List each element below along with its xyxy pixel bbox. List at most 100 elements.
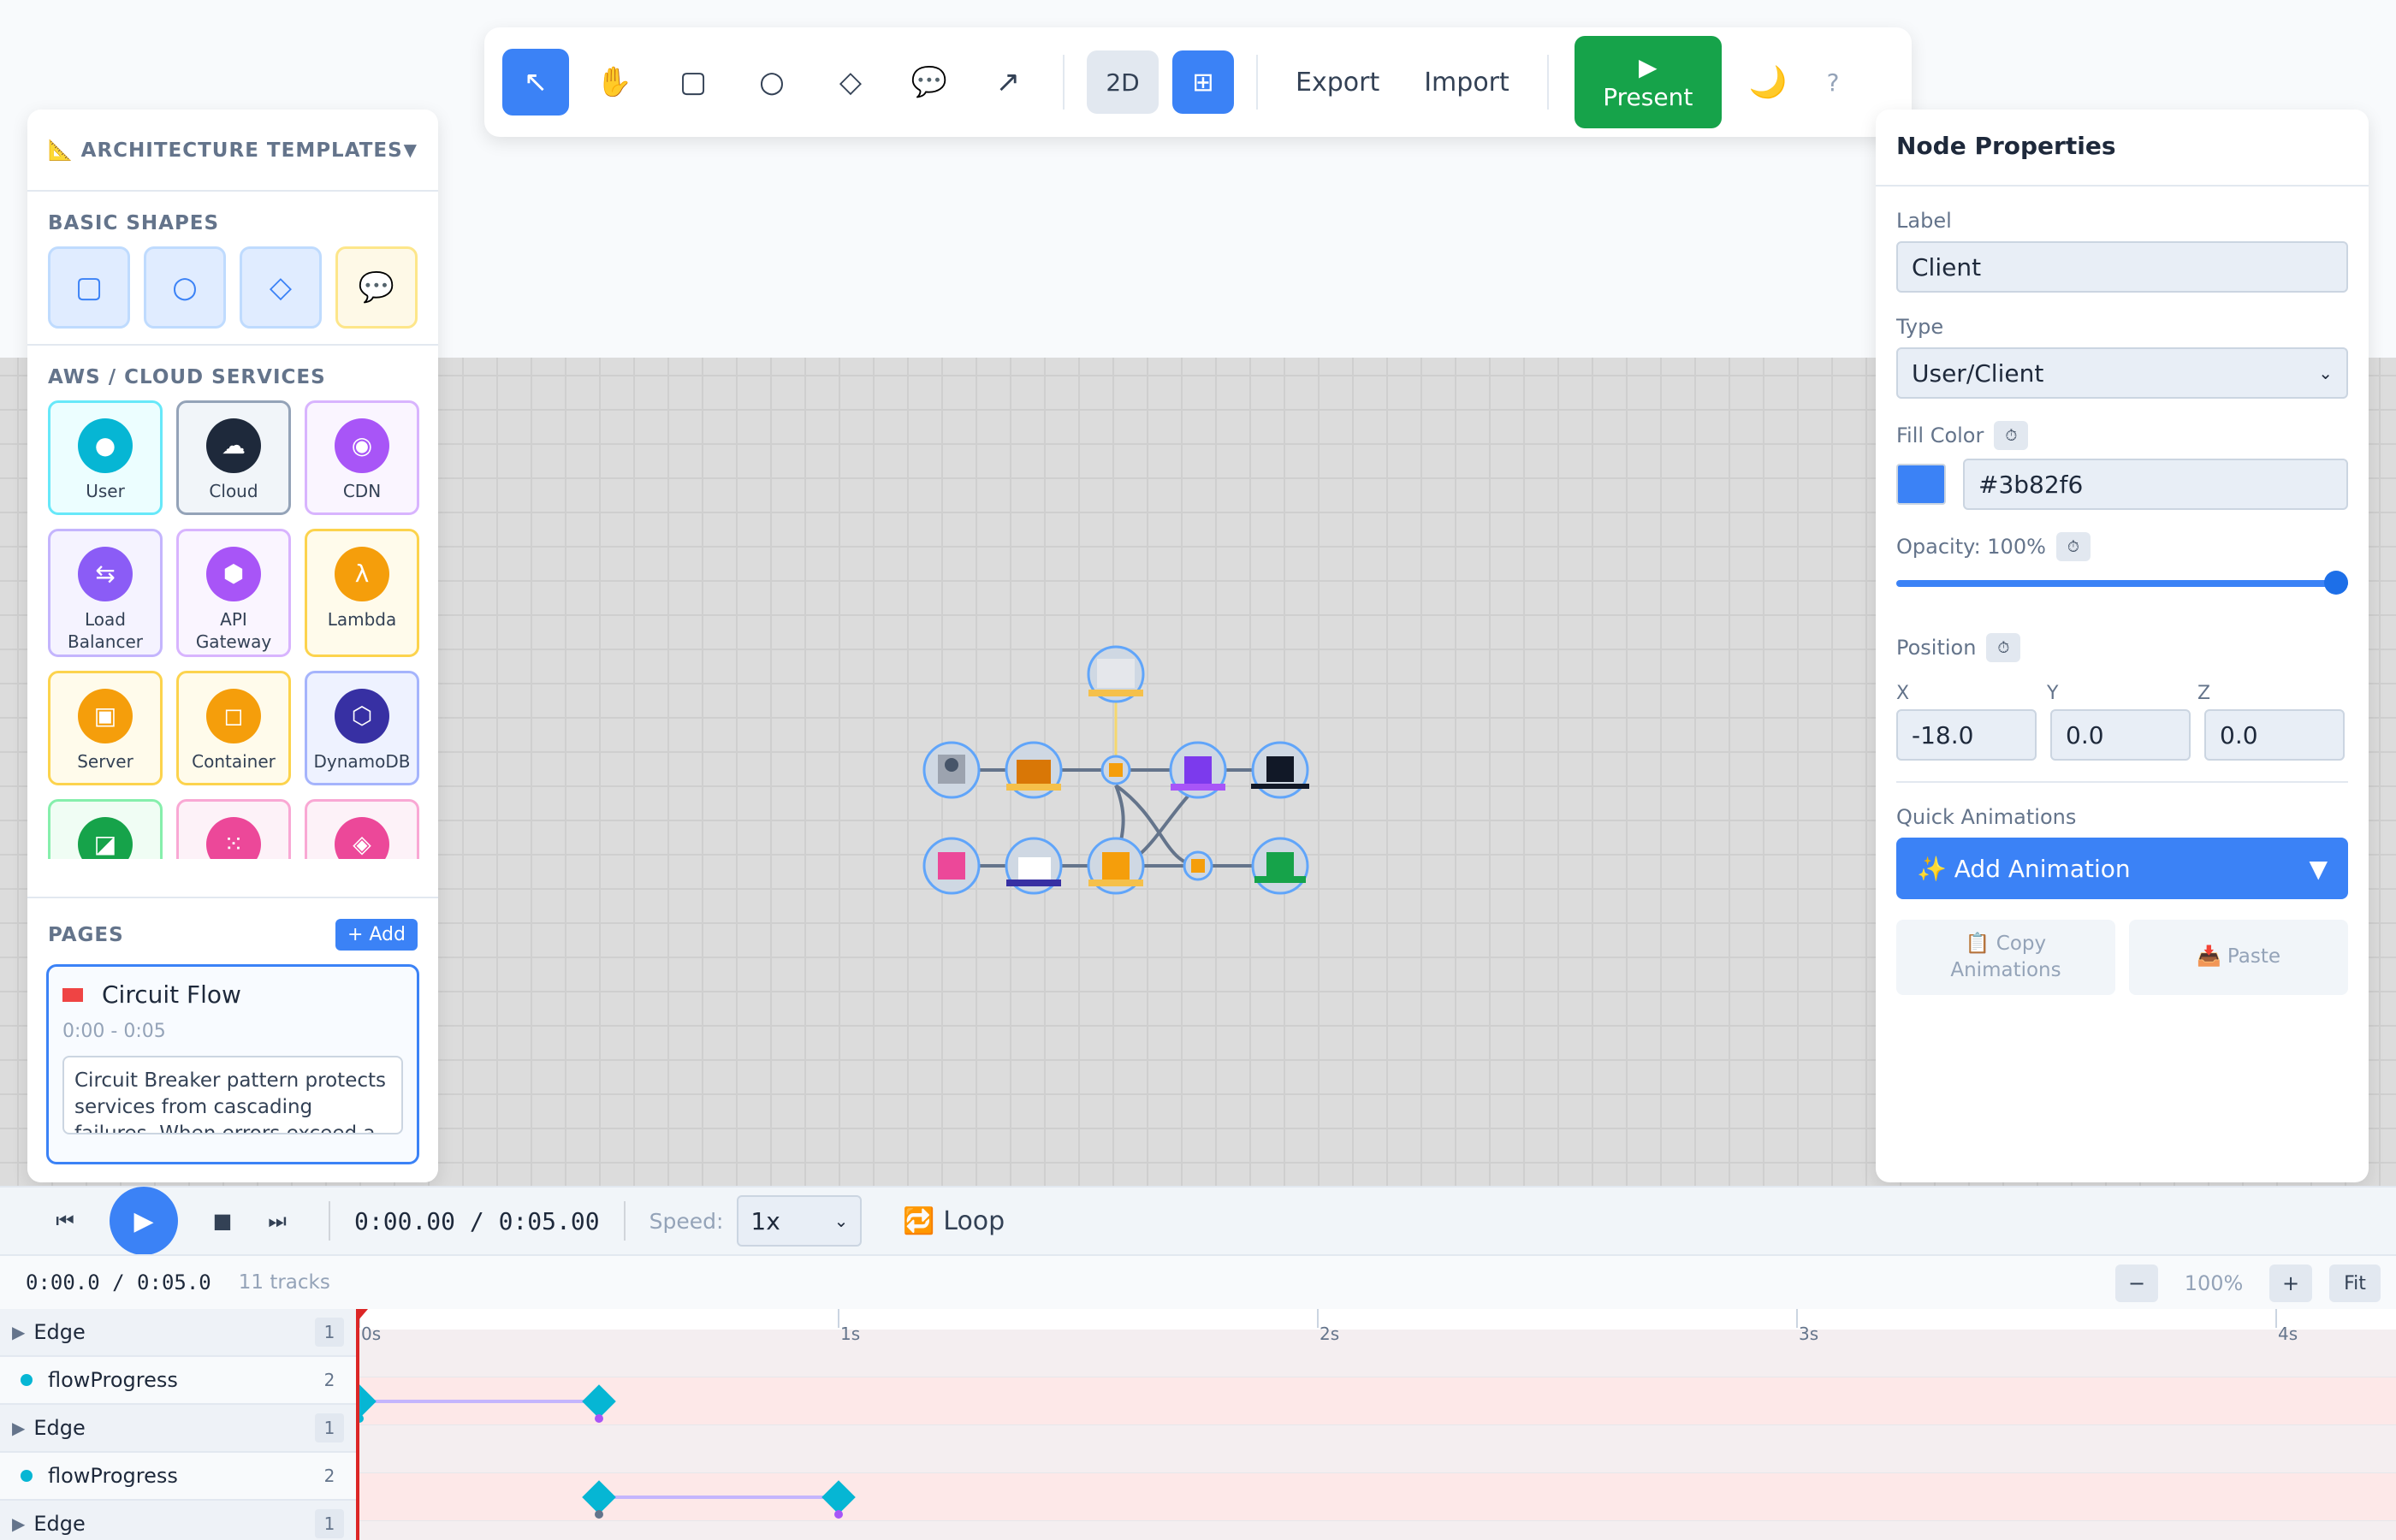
- service-tile-lambda[interactable]: λ Lambda: [305, 529, 419, 657]
- track-label: flowProgress: [48, 1368, 178, 1392]
- shape-note-tile[interactable]: 💬: [335, 246, 418, 329]
- speed-select[interactable]: 1x ⌄: [737, 1195, 863, 1247]
- shape-rectangle-tile[interactable]: ▢: [48, 246, 130, 329]
- stop-icon[interactable]: ■: [195, 1209, 250, 1233]
- service-tile-server[interactable]: ▣ Server: [48, 671, 163, 785]
- add-animation-button[interactable]: ✨ Add Animation ▼: [1896, 838, 2348, 899]
- help-button[interactable]: ?: [1827, 68, 1840, 97]
- node-purple: [1169, 741, 1227, 799]
- services-title: AWS / CLOUD SERVICES: [48, 366, 326, 388]
- paste-button[interactable]: 📥 Paste: [2129, 920, 2348, 995]
- zoom-level: 100%: [2184, 1271, 2244, 1295]
- skip-forward-icon[interactable]: ⏭: [250, 1209, 305, 1233]
- play-button[interactable]: ▶: [110, 1187, 178, 1255]
- fill-color-input[interactable]: #3b82f6: [1963, 459, 2348, 510]
- divider: [623, 1201, 626, 1241]
- type-select[interactable]: User/Client ⌄: [1896, 347, 2348, 399]
- service-tile-dynamodb[interactable]: ⬡ DynamoDB: [305, 671, 419, 785]
- fit-button[interactable]: Fit: [2329, 1265, 2381, 1302]
- service-tile-api-gateway[interactable]: ⬢ API Gateway: [176, 529, 291, 657]
- add-animation-label: ✨ Add Animation: [1917, 854, 2131, 883]
- service-tile-item-11[interactable]: ◈: [305, 799, 419, 859]
- diamond-tool-icon: ◇: [839, 65, 863, 99]
- diamond-icon: ◇: [269, 270, 293, 305]
- position-label: Position ⏱: [1896, 633, 2348, 662]
- service-label: Server: [77, 751, 133, 772]
- keyframe-dot: [595, 1510, 603, 1519]
- service-tile-item-10[interactable]: ⁙: [176, 799, 291, 859]
- service-tile-load-balancer[interactable]: ⇆ Load Balancer: [48, 529, 163, 657]
- export-button[interactable]: Export: [1273, 68, 1402, 98]
- templates-header[interactable]: 📐 ARCHITECTURE TEMPLATES ▼: [27, 110, 438, 192]
- service-tile-item-9[interactable]: ◪: [48, 799, 163, 859]
- load-balancer-icon: ⇆: [78, 547, 133, 601]
- fill-color-label: Fill Color ⏱: [1896, 421, 2348, 450]
- service-tile-user[interactable]: ● User: [48, 400, 163, 515]
- track-row-edge[interactable]: ▶ Edge 1: [0, 1501, 356, 1540]
- note-tool-button[interactable]: 💬: [896, 49, 963, 116]
- select-tool-icon: ↖: [523, 65, 549, 99]
- keyframe-dot: [834, 1510, 843, 1519]
- mode-2d-button[interactable]: 2D: [1087, 50, 1159, 114]
- track-row-edge[interactable]: ▶ Edge 1: [0, 1405, 356, 1453]
- zoom-out-button[interactable]: −: [2115, 1265, 2158, 1302]
- keyframe-clock-icon[interactable]: ⏱: [2055, 532, 2091, 561]
- keyframe-clock-icon[interactable]: ⏱: [1986, 633, 2021, 662]
- x-label: X: [1896, 683, 1910, 704]
- track-labels: ▶ Edge 1 flowProgress 2 ▶ Edge 1 flowProgress 2 ▶ E…: [0, 1309, 356, 1540]
- opacity-slider[interactable]: [1896, 570, 2348, 595]
- page-description-field[interactable]: Circuit Breaker pattern protects service…: [62, 1056, 403, 1134]
- component-palette: 📐 ARCHITECTURE TEMPLATES ▼ BASIC SHAPES …: [27, 110, 438, 1182]
- present-button[interactable]: ▶ Present: [1574, 36, 1722, 128]
- expand-arrow-icon[interactable]: ▶: [12, 1418, 25, 1438]
- arrow-tool-button[interactable]: ↗: [975, 49, 1041, 116]
- loop-toggle[interactable]: 🔁 Loop: [903, 1206, 1005, 1236]
- note-icon: 💬: [358, 270, 395, 305]
- pages-title: PAGES: [48, 923, 124, 946]
- circle-icon: ○: [172, 270, 198, 305]
- y-input[interactable]: 0.0: [2050, 709, 2191, 761]
- keyframe-clock-icon[interactable]: ⏱: [1994, 421, 2029, 450]
- service-tile-cdn[interactable]: ◉ CDN: [305, 400, 419, 515]
- service-icon: ◈: [335, 817, 389, 859]
- shape-diamond-tile[interactable]: ◇: [240, 246, 322, 329]
- expand-arrow-icon[interactable]: ▶: [12, 1513, 25, 1534]
- select-tool-button[interactable]: ↖: [502, 49, 569, 116]
- track-row-property[interactable]: flowProgress 2: [0, 1453, 356, 1501]
- z-input[interactable]: 0.0: [2204, 709, 2345, 761]
- x-input[interactable]: -18.0: [1896, 709, 2037, 761]
- timeline-header: 0:00.0 / 0:05.0 11 tracks − 100% + Fit: [0, 1254, 2396, 1309]
- expand-arrow-icon[interactable]: ▶: [12, 1322, 25, 1342]
- timeline-lanes[interactable]: 0s 1s 2s 3s 4s: [356, 1309, 2396, 1540]
- service-tile-container[interactable]: ◻ Container: [176, 671, 291, 785]
- track-count: 1: [315, 1318, 344, 1347]
- diamond-tool-button[interactable]: ◇: [817, 49, 884, 116]
- label-field-label: Label: [1896, 209, 1952, 233]
- type-value: User/Client: [1912, 358, 2044, 388]
- present-label: Present: [1603, 83, 1693, 111]
- page-card[interactable]: Circuit Flow 0:00 - 0:05 Circuit Breaker…: [46, 964, 419, 1164]
- track-row-property[interactable]: flowProgress 2: [0, 1357, 356, 1405]
- track-row-edge[interactable]: ▶ Edge 1: [0, 1309, 356, 1357]
- shape-circle-tile[interactable]: ○: [144, 246, 226, 329]
- label-input[interactable]: Client: [1896, 241, 2348, 293]
- flag-icon: [62, 987, 83, 1002]
- circle-tool-button[interactable]: ○: [738, 49, 805, 116]
- zoom-in-button[interactable]: +: [2269, 1265, 2312, 1302]
- rectangle-tool-button[interactable]: ▢: [660, 49, 727, 116]
- grid-toggle-button[interactable]: ⊞: [1172, 50, 1234, 114]
- pan-tool-button[interactable]: ✋: [581, 49, 648, 116]
- property-dot-icon: [21, 1470, 33, 1482]
- service-label: Lambda: [327, 609, 397, 630]
- service-tile-cloud[interactable]: ☁ Cloud: [176, 400, 291, 515]
- copy-animations-button[interactable]: 📋 Copy Animations: [1896, 920, 2115, 995]
- track-count: 1: [315, 1509, 344, 1538]
- fill-color-swatch[interactable]: [1896, 464, 1946, 505]
- arrow-tool-icon: ↗: [995, 65, 1021, 99]
- slider-thumb[interactable]: [2324, 571, 2348, 595]
- moon-icon[interactable]: 🌙: [1749, 64, 1788, 100]
- import-button[interactable]: Import: [1402, 68, 1532, 98]
- add-page-button[interactable]: + Add: [335, 919, 418, 951]
- skip-back-icon[interactable]: ⏮: [38, 1209, 92, 1233]
- node-client: [922, 741, 981, 799]
